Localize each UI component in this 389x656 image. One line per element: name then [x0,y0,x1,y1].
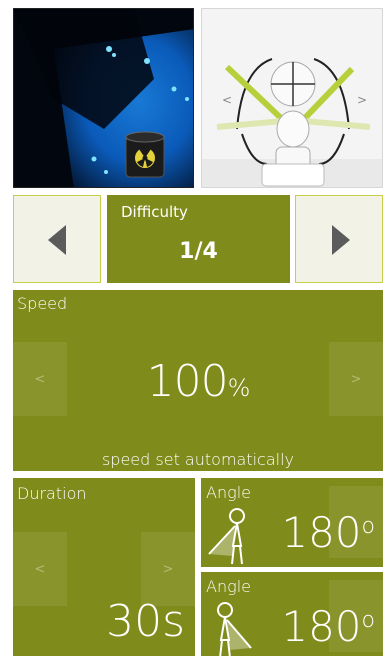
duration-increase-button[interactable]: > [141,532,195,606]
speed-unit: % [227,374,251,402]
duration-decrease-button[interactable]: < [13,532,67,606]
game-preview-image[interactable] [13,8,194,188]
duration-value: 30s [106,596,185,647]
angle-title: Angle [206,577,251,596]
figure-right-arm-icon [217,602,252,656]
angle-title: Angle [206,483,251,502]
stretching-figure-icon: < > [202,9,382,187]
chevron-right-icon: > [350,371,362,387]
chevron-left-icon: < [34,561,46,577]
difficulty-prev-button[interactable] [13,195,101,283]
difficulty-next-button[interactable] [295,195,383,283]
angle-value: 180o [281,508,375,557]
speed-panel: Speed < 100% > speed set automatically [13,290,383,471]
svg-text:>: > [357,93,367,107]
angle-panel-left[interactable]: Angle 180o [201,478,383,567]
speed-number: 100 [146,356,229,407]
difficulty-panel: Difficulty 1/4 [107,195,290,283]
speed-increase-button[interactable]: > [329,342,383,416]
figure-preview-image[interactable]: < > [201,8,383,188]
angle-panel-right[interactable]: Angle 180o [201,572,383,656]
chevron-right-icon: > [162,561,174,577]
angle-value: 180o [281,602,375,651]
figure-left-arm-icon [208,508,245,565]
difficulty-title: Difficulty [121,203,188,221]
svg-text:<: < [222,93,232,107]
triangle-right-icon [332,225,350,255]
duration-title: Duration [17,484,87,503]
radiation-barrel-icon [125,131,165,178]
duration-panel: Duration < > 30s [13,478,195,656]
speed-title: Speed [17,294,68,313]
triangle-left-icon [48,225,66,255]
game-scene [14,9,193,187]
difficulty-value: 1/4 [179,239,218,264]
speed-value: 100% [13,356,383,407]
speed-note: speed set automatically [101,450,295,469]
